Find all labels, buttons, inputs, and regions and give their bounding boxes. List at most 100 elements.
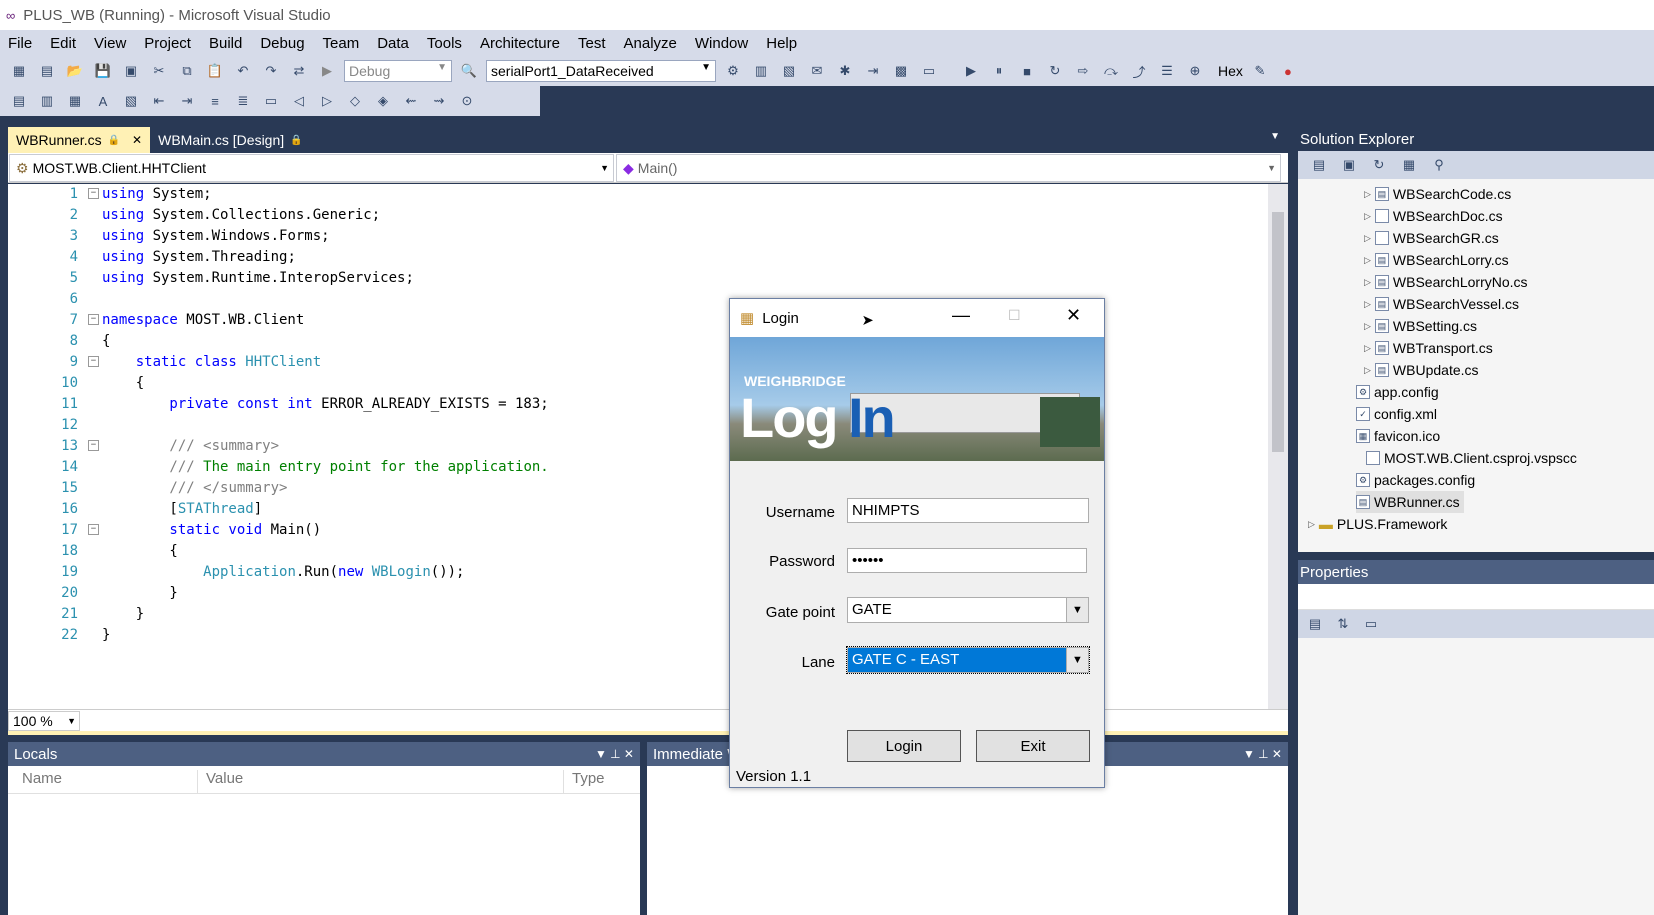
tree-item[interactable]: ▷ ▤ WBSearchLorry.cs [1364, 249, 1509, 271]
step-into-icon[interactable]: ⇨ [1072, 60, 1094, 82]
tree-item[interactable]: ▦ favicon.ico [1356, 425, 1440, 447]
save-icon[interactable]: 💾 [92, 60, 114, 82]
solution-config-select[interactable]: Debug ▼ [344, 60, 452, 82]
class-diagram-icon[interactable]: ⚲ [1428, 154, 1450, 176]
tool-icon-7[interactable]: ▩ [890, 60, 912, 82]
tool-icon-6[interactable]: ⇥ [862, 60, 884, 82]
close-icon[interactable]: ✕ [132, 133, 142, 147]
step-out-icon[interactable]: ⤴ [1128, 60, 1150, 82]
collapse-icon[interactable]: − [88, 356, 99, 367]
breakpoints-icon[interactable]: ☰ [1156, 60, 1178, 82]
collapse-icon[interactable]: − [88, 188, 99, 199]
categorized-icon[interactable]: ▤ [1304, 613, 1326, 635]
increase-indent-icon[interactable]: ⇥ [176, 90, 198, 112]
tree-item-selected[interactable]: ▤ WBRunner.cs [1356, 491, 1464, 513]
expand-icon[interactable]: ▷ [1364, 315, 1371, 337]
restart-icon[interactable]: ↻ [1044, 60, 1066, 82]
toolbar2-icon-4[interactable]: A [92, 90, 114, 112]
member-dropdown[interactable]: ◆ Main() ▼ [616, 154, 1281, 182]
toolbar2-icon-1[interactable]: ▤ [8, 90, 30, 112]
expand-icon[interactable]: ▷ [1308, 513, 1315, 535]
menu-view[interactable]: View [94, 35, 126, 52]
step-over-icon[interactable]: ⤼ [1100, 60, 1122, 82]
menu-edit[interactable]: Edit [50, 35, 76, 52]
tree-item[interactable]: ✓ config.xml [1356, 403, 1437, 425]
tree-item[interactable]: ▷ WBSearchGR.cs [1364, 227, 1499, 249]
tree-item[interactable]: MOST.WB.Client.csproj.vspscc [1366, 447, 1577, 469]
tab-wbrunner[interactable]: WBRunner.cs 🔒 ✕ [8, 127, 151, 153]
scrollbar-thumb[interactable] [1272, 212, 1284, 452]
tree-item[interactable]: ▷ ▤ WBSetting.cs [1364, 315, 1477, 337]
tab-overflow-icon[interactable]: ▼ [1270, 131, 1280, 142]
expand-icon[interactable]: ▷ [1364, 359, 1371, 381]
chevron-down-icon[interactable]: ▼ [1066, 648, 1088, 672]
navigate-icon[interactable]: ⇄ [288, 60, 310, 82]
menu-window[interactable]: Window [695, 35, 748, 52]
type-dropdown[interactable]: ⚙ MOST.WB.Client.HHTClient ▼ [9, 154, 614, 182]
tree-item[interactable]: ▷ ▤ WBSearchLorryNo.cs [1364, 271, 1528, 293]
toolbar2-icon-6[interactable]: ◇ [344, 90, 366, 112]
redo-icon[interactable]: ↷ [260, 60, 282, 82]
menu-tools[interactable]: Tools [427, 35, 462, 52]
exit-button[interactable]: Exit [976, 730, 1090, 762]
tree-item[interactable]: ▷ ▬ PLUS.Framework [1308, 513, 1447, 535]
add-item-icon[interactable]: ▤ [36, 60, 58, 82]
menu-architecture[interactable]: Architecture [480, 35, 560, 52]
gate-point-select[interactable]: GATE ▼ [847, 597, 1089, 623]
username-input[interactable]: NHIMPTS [847, 498, 1089, 523]
tree-item[interactable]: ▷ ▤ WBTransport.cs [1364, 337, 1493, 359]
bookmark-icon[interactable]: ▭ [260, 90, 282, 112]
chevron-down-icon[interactable]: ▼ [1066, 598, 1088, 622]
alphabetical-icon[interactable]: ⇅ [1332, 613, 1354, 635]
uncomment-icon[interactable]: ≣ [232, 90, 254, 112]
open-file-icon[interactable]: 📂 [64, 60, 86, 82]
prev-bookmark-icon[interactable]: ◁ [288, 90, 310, 112]
settings-icon[interactable]: ✎ [1249, 60, 1271, 82]
properties-object-select[interactable] [1298, 584, 1654, 610]
collapse-icon[interactable]: − [88, 440, 99, 451]
toolbar2-icon-7[interactable]: ◈ [372, 90, 394, 112]
menu-data[interactable]: Data [377, 35, 409, 52]
menu-team[interactable]: Team [323, 35, 360, 52]
expand-icon[interactable]: ▷ [1364, 183, 1371, 205]
tool-icon-5[interactable]: ✱ [834, 60, 856, 82]
toolbar2-icon-5[interactable]: ▧ [120, 90, 142, 112]
save-all-icon[interactable]: ▣ [120, 60, 142, 82]
toolbar2-icon-2[interactable]: ▥ [36, 90, 58, 112]
pause-icon[interactable]: ⏸ [988, 60, 1010, 82]
tree-item[interactable]: ▷ ▤ WBSearchCode.cs [1364, 183, 1511, 205]
menu-test[interactable]: Test [578, 35, 606, 52]
menu-debug[interactable]: Debug [260, 35, 304, 52]
close-icon[interactable]: ✕ [1066, 305, 1081, 326]
toolbar2-icon-8[interactable]: ⇜ [400, 90, 422, 112]
expand-icon[interactable]: ▷ [1364, 271, 1371, 293]
collapse-icon[interactable]: − [88, 314, 99, 325]
toolbar2-icon-9[interactable]: ⇝ [428, 90, 450, 112]
login-button[interactable]: Login [847, 730, 961, 762]
editor-scrollbar[interactable] [1268, 184, 1288, 709]
expand-icon[interactable]: ▷ [1364, 293, 1371, 315]
tool-icon-2[interactable]: ▥ [750, 60, 772, 82]
menu-file[interactable]: File [8, 35, 32, 52]
property-pages-icon[interactable]: ▭ [1360, 613, 1382, 635]
show-all-files-icon[interactable]: ▣ [1338, 154, 1360, 176]
tool-icon-4[interactable]: ✉ [806, 60, 828, 82]
tree-item[interactable]: ⚙ app.config [1356, 381, 1439, 403]
continue-icon[interactable]: ▶ [960, 60, 982, 82]
password-input[interactable]: •••••• [847, 548, 1087, 573]
column-name[interactable]: Name [8, 770, 198, 793]
toolbar2-icon-3[interactable]: ▦ [64, 90, 86, 112]
expand-icon[interactable]: ▷ [1364, 227, 1371, 249]
panel-controls[interactable]: ▼ ⊥ ✕ [595, 747, 634, 761]
cut-icon[interactable]: ✂ [148, 60, 170, 82]
expand-icon[interactable]: ▷ [1364, 337, 1371, 359]
expand-icon[interactable]: ▷ [1364, 249, 1371, 271]
menu-analyze[interactable]: Analyze [624, 35, 677, 52]
tab-wbmain-design[interactable]: WBMain.cs [Design] 🔒 [150, 127, 311, 153]
stop-icon[interactable]: ■ [1016, 60, 1038, 82]
copy-icon[interactable]: ⧉ [176, 60, 198, 82]
immediate-input[interactable] [647, 766, 1288, 914]
tree-item[interactable]: ▷ WBSearchDoc.cs [1364, 205, 1503, 227]
comment-icon[interactable]: ≡ [204, 90, 226, 112]
zoom-select[interactable]: 100 % ▼ [8, 710, 80, 731]
